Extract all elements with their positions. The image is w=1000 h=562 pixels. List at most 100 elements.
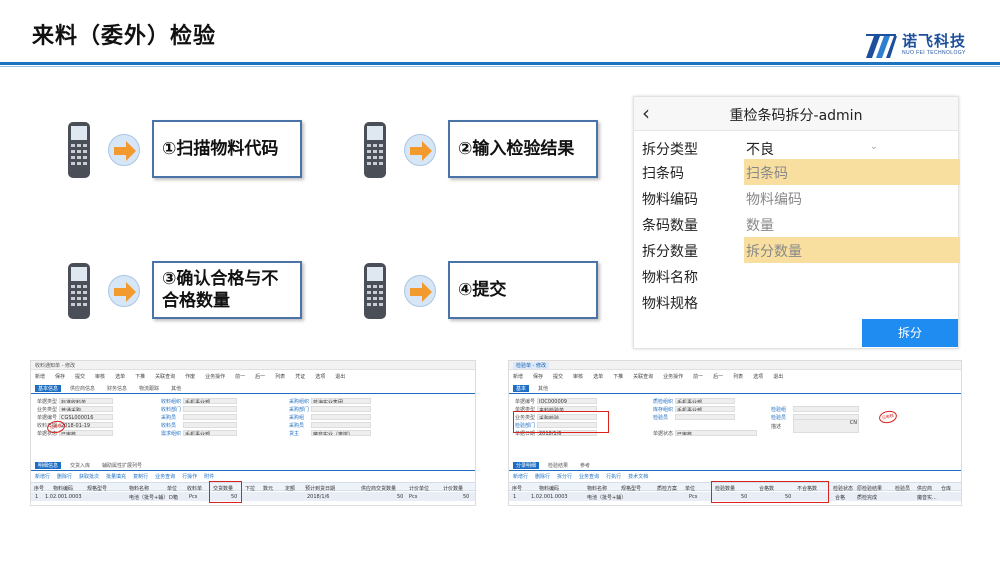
field-value[interactable] <box>793 406 859 412</box>
toolbar-item[interactable]: 选项 <box>315 373 325 380</box>
toolbar-item[interactable]: 保存 <box>533 373 543 380</box>
field-value[interactable]: 已审核 <box>59 430 113 436</box>
tab-reference[interactable]: 参考 <box>577 462 593 469</box>
toolbar-item[interactable]: 选项 <box>753 373 763 380</box>
toolbar-item[interactable]: 作废 <box>185 373 195 380</box>
column-header[interactable]: 序号 <box>512 485 522 492</box>
split-type-row[interactable]: 拆分类型 不良 ⌄ <box>634 135 958 161</box>
split-qty-input[interactable]: 拆分数量 <box>744 237 960 263</box>
column-header[interactable]: 单位 <box>685 485 695 492</box>
toolbar-item[interactable]: 下推 <box>135 373 145 380</box>
toolbar-item[interactable]: 审核 <box>573 373 583 380</box>
grid-toolbar-item[interactable]: 业务查询 <box>155 473 175 480</box>
toolbar-item[interactable]: 提交 <box>553 373 563 380</box>
field-value[interactable]: 魔音实业（离岸） <box>311 430 371 436</box>
tab-finance[interactable]: 财务信息 <box>104 385 130 392</box>
field-value[interactable]: 已审核 <box>675 430 757 436</box>
toolbar-item[interactable]: 选单 <box>593 373 603 380</box>
column-header[interactable]: 供应商交货数量 <box>361 485 396 492</box>
barcode-qty-field[interactable]: 数量 <box>744 211 960 237</box>
toolbar-item[interactable]: 列表 <box>275 373 285 380</box>
tab-detail[interactable]: 明细信息 <box>35 462 62 469</box>
toolbar-item[interactable]: 后一 <box>713 373 723 380</box>
column-header[interactable]: 物料名称 <box>587 485 607 492</box>
column-header[interactable]: 仓库 <box>941 485 951 492</box>
toolbar-item[interactable]: 前一 <box>693 373 703 380</box>
field-value[interactable]: 2018-01-19 <box>59 422 113 428</box>
column-header[interactable]: 检验状态 <box>833 485 853 492</box>
grid-toolbar-item[interactable]: 行执行 <box>606 473 621 480</box>
field-value[interactable]: CGSL000016 <box>59 414 113 420</box>
field-value[interactable]: CN <box>793 419 859 433</box>
toolbar-item[interactable]: 列表 <box>733 373 743 380</box>
tab-entry-detail[interactable]: 分录明细 <box>513 462 540 469</box>
column-header[interactable]: 规格型号 <box>87 485 107 492</box>
field-value[interactable] <box>183 414 237 420</box>
grid-toolbar-item[interactable]: 新增行 <box>513 473 528 480</box>
toolbar-item[interactable]: 业务操作 <box>205 373 225 380</box>
toolbar-item[interactable]: 业务操作 <box>663 373 683 380</box>
column-header[interactable]: 供应商 <box>917 485 932 492</box>
grid-toolbar-item[interactable]: 删除行 <box>57 473 72 480</box>
toolbar-item[interactable]: 新增 <box>513 373 523 380</box>
tab-logistics[interactable]: 物流跟踪 <box>136 385 162 392</box>
field-value[interactable] <box>183 422 237 428</box>
column-header[interactable]: 检验员 <box>895 485 910 492</box>
column-header[interactable]: 计价数量 <box>443 485 463 492</box>
grid-toolbar-item[interactable]: 附件 <box>204 473 214 480</box>
tab-other[interactable]: 其他 <box>168 385 184 392</box>
toolbar-item[interactable]: 提交 <box>75 373 85 380</box>
tab-delivery[interactable]: 交货入库 <box>67 462 93 469</box>
material-code-field[interactable]: 物料编码 <box>744 185 960 211</box>
column-header[interactable]: 单位 <box>167 485 177 492</box>
column-header[interactable]: 数元 <box>263 485 273 492</box>
column-header[interactable]: 物料编码 <box>53 485 73 492</box>
field-value[interactable]: 标准收料单 <box>59 398 113 404</box>
field-value[interactable]: 手机事业部 <box>183 398 237 404</box>
column-header[interactable]: 预计到货日期 <box>305 485 335 492</box>
tab-other[interactable]: 其他 <box>535 385 551 392</box>
field-value[interactable]: 手机事业部 <box>675 406 735 412</box>
field-value[interactable]: 普通采购 <box>59 406 113 412</box>
toolbar-item[interactable]: 关联查询 <box>633 373 653 380</box>
column-header[interactable]: 原检验结果 <box>857 485 882 492</box>
grid-toolbar-item[interactable]: 复制行 <box>133 473 148 480</box>
column-header[interactable]: 质检方案 <box>657 485 677 492</box>
grid-toolbar-item[interactable]: 删除行 <box>535 473 550 480</box>
tab-aux-attr[interactable]: 辅助属性扩展列号 <box>99 462 145 469</box>
toolbar-item[interactable]: 退出 <box>335 373 345 380</box>
field-value[interactable] <box>675 414 735 420</box>
toolbar-item[interactable]: 后一 <box>255 373 265 380</box>
toolbar-item[interactable]: 审核 <box>95 373 105 380</box>
scan-barcode-input[interactable]: 扫条码 <box>744 159 960 185</box>
table-row[interactable]: 1 1.02.001.0003 电池（批号+辅） D箱 Pcs 50 2018/… <box>31 492 475 501</box>
tab-supplier[interactable]: 供应商信息 <box>67 385 98 392</box>
grid-toolbar-item[interactable]: 拆分行 <box>557 473 572 480</box>
toolbar-item[interactable]: 保存 <box>55 373 65 380</box>
column-header[interactable]: 序号 <box>34 485 44 492</box>
column-header[interactable]: 计价单位 <box>409 485 429 492</box>
column-header[interactable]: 收料单 <box>187 485 202 492</box>
field-value[interactable]: 手机事业部 <box>675 398 735 404</box>
grid-toolbar-item[interactable]: 行操作 <box>182 473 197 480</box>
tab-basic[interactable]: 基本 <box>513 385 530 392</box>
grid-toolbar-item[interactable]: 获取批次 <box>79 473 99 480</box>
column-header[interactable]: 物料名称 <box>129 485 149 492</box>
toolbar-item[interactable]: 关联查询 <box>155 373 175 380</box>
toolbar-item[interactable]: 新增 <box>35 373 45 380</box>
toolbar-item[interactable]: 凭证 <box>295 373 305 380</box>
field-value[interactable] <box>311 414 371 420</box>
column-header[interactable]: 下拉 <box>245 485 255 492</box>
field-value[interactable]: 手机事业部 <box>183 430 237 436</box>
field-value[interactable]: IQC000009 <box>537 398 597 404</box>
toolbar-item[interactable]: 前一 <box>235 373 245 380</box>
field-value[interactable] <box>311 422 371 428</box>
split-type-select[interactable]: 不良 <box>744 135 960 161</box>
grid-toolbar-item[interactable]: 新增行 <box>35 473 50 480</box>
column-header[interactable]: 定额 <box>285 485 295 492</box>
grid-toolbar-item[interactable]: 批量填充 <box>106 473 126 480</box>
tab-result[interactable]: 检验结果 <box>545 462 571 469</box>
grid-toolbar-item[interactable]: 业务查询 <box>579 473 599 480</box>
toolbar-item[interactable]: 选单 <box>115 373 125 380</box>
split-button[interactable]: 拆分 <box>862 319 958 347</box>
